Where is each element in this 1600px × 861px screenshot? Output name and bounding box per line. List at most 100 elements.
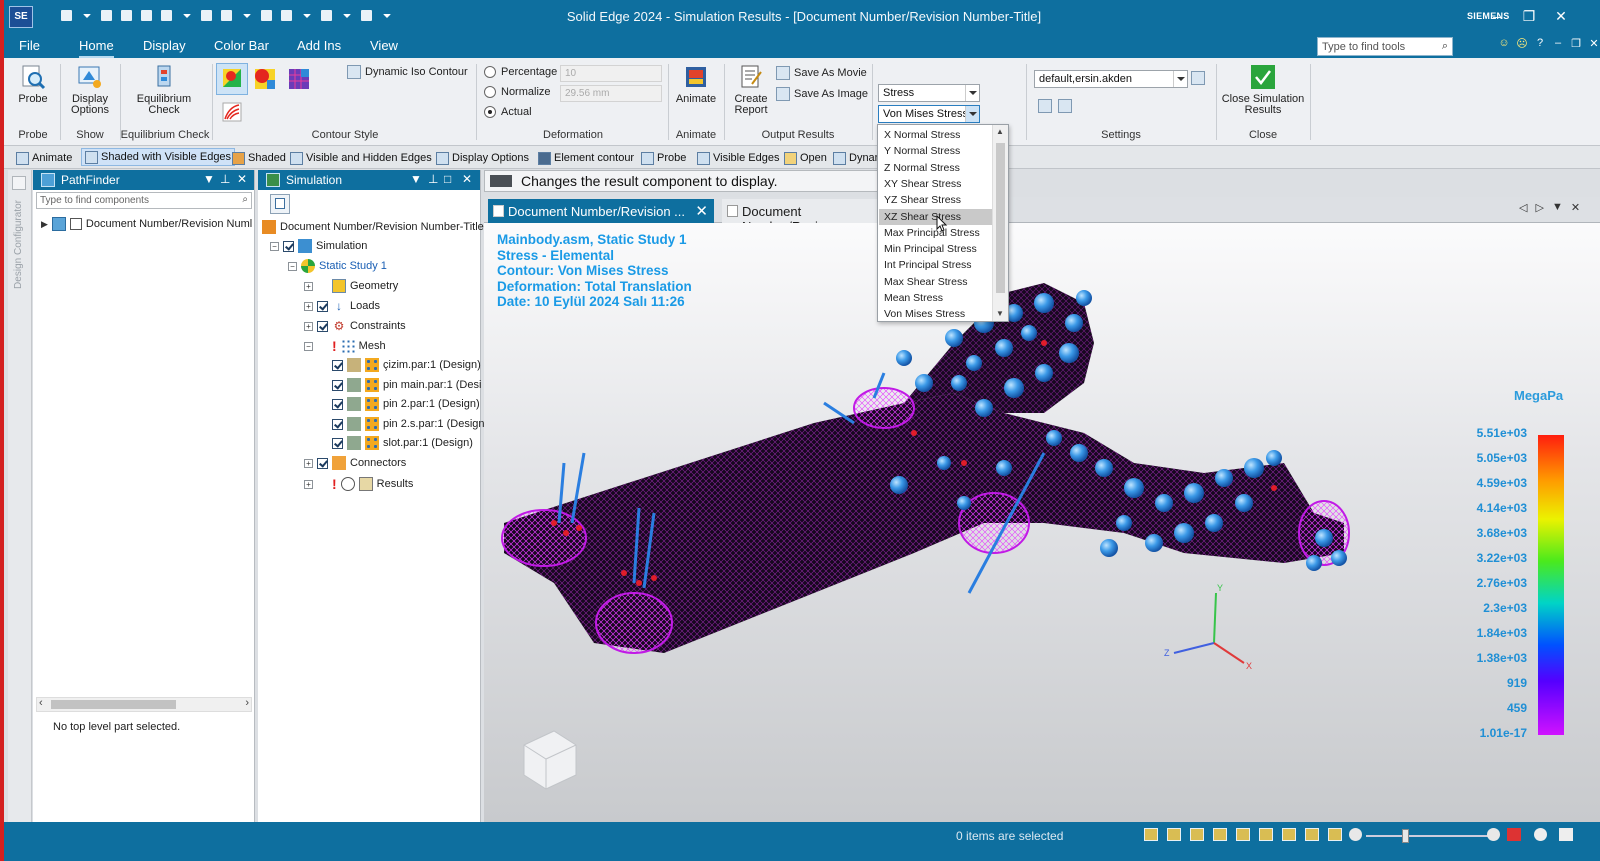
view-cube[interactable] [514, 723, 584, 793]
settings-save-icon[interactable] [1191, 71, 1205, 88]
tab-document-active[interactable]: Document Number/Revision ... ✕ [488, 199, 714, 223]
dropdown-option[interactable]: Z Normal Stress [879, 160, 992, 176]
pathfinder-search-input[interactable]: Type to find components ⌕ [36, 192, 252, 209]
cmd-visible-edges[interactable]: Visible Edges [697, 150, 779, 166]
checkbox[interactable] [332, 398, 343, 410]
sim-tree-connectors[interactable]: + Connectors [304, 456, 406, 470]
named-views-icon[interactable] [1282, 828, 1296, 841]
expand-icon[interactable]: + [304, 321, 313, 331]
create-report-button[interactable]: Create Report [728, 64, 774, 116]
display-style-icon[interactable] [1328, 828, 1342, 841]
contour-style-banded-button[interactable] [252, 66, 278, 92]
color-legend-bar[interactable] [1538, 435, 1564, 735]
dropdown-scroll-thumb[interactable] [996, 143, 1005, 293]
tab-close-icon[interactable]: ✕ [1571, 201, 1580, 214]
dropdown-option[interactable]: Y Normal Stress [879, 143, 992, 159]
expand-icon[interactable]: + [304, 458, 313, 468]
maximize-icon[interactable]: □ [444, 172, 451, 186]
checkbox[interactable] [283, 240, 294, 252]
sim-tree-part-5[interactable]: slot.par:1 (Design) [332, 436, 473, 450]
sim-tree-part-2[interactable]: pin main.par:1 (Desi [332, 378, 481, 392]
search-icon[interactable]: ⌕ [242, 194, 248, 205]
sim-tree-loads[interactable]: + ↓ Loads [304, 299, 380, 313]
contour-style-line-button[interactable] [221, 101, 243, 123]
dropdown-option[interactable]: Mean Stress [879, 290, 992, 306]
sketch-view-icon[interactable] [1305, 828, 1319, 841]
tab-prev-icon[interactable]: ◁ [1519, 201, 1527, 214]
settings-export-icon[interactable] [1058, 99, 1072, 113]
cmd-open[interactable]: Open [784, 150, 827, 166]
search-icon[interactable]: ⌕ [1442, 40, 1448, 53]
save-as-image-button[interactable]: Save As Image [776, 87, 868, 101]
scroll-down-icon[interactable]: ▼ [996, 309, 1004, 318]
close-button[interactable]: ✕ [1550, 6, 1572, 26]
design-configurator-strip[interactable]: Design Configurator [8, 170, 32, 822]
checkbox[interactable] [332, 379, 343, 391]
pan-icon[interactable] [1213, 828, 1227, 841]
menu-home[interactable]: Home [79, 38, 114, 58]
menu-file[interactable]: File [19, 38, 40, 53]
result-component-dropdown[interactable]: X Normal Stress Y Normal Stress Z Normal S… [877, 124, 1009, 322]
cmd-shaded[interactable]: Shaded [232, 150, 286, 166]
collapse-icon[interactable]: − [288, 261, 297, 271]
close-tab-icon[interactable]: ✕ [695, 202, 708, 220]
close-icon[interactable]: ✕ [237, 172, 247, 186]
sim-tree-root[interactable]: Document Number/Revision Number-Title [262, 220, 484, 234]
status-option-icon[interactable] [1534, 828, 1547, 841]
menu-display[interactable]: Display [143, 38, 186, 53]
sim-tree-part-1[interactable]: çizim.par:1 (Design) [332, 358, 481, 372]
actual-radio[interactable]: Actual [484, 106, 532, 118]
menu-color-bar[interactable]: Color Bar [214, 38, 269, 53]
minimize-doc-icon[interactable]: – [1551, 37, 1565, 50]
cmd-display-options[interactable]: Display Options [436, 150, 529, 166]
dropdown-option[interactable]: XY Shear Stress [879, 176, 992, 192]
result-type-combo[interactable]: Stress [878, 84, 980, 102]
checkbox[interactable] [317, 320, 328, 332]
tab-next-icon[interactable]: ▷ [1535, 201, 1543, 214]
normalize-input[interactable]: 29.56 mm [560, 85, 662, 102]
dropdown-option[interactable]: YZ Shear Stress [879, 192, 992, 208]
pathfinder-hscroll[interactable]: ‹ › [36, 697, 252, 712]
percentage-radio[interactable]: Percentage [484, 66, 557, 78]
chevron-down-icon[interactable] [965, 106, 979, 122]
tab-list-icon[interactable]: ▼ [1552, 201, 1563, 214]
dynamic-iso-contour-button[interactable]: Dynamic Iso Contour [347, 65, 468, 79]
expand-arrow-icon[interactable]: ▶ [41, 219, 48, 230]
zoom-icon[interactable] [1167, 828, 1181, 841]
scroll-thumb[interactable] [51, 700, 176, 709]
cmd-dynamic[interactable]: Dynan [833, 150, 881, 166]
sim-tree-simulation[interactable]: − Simulation [270, 239, 367, 253]
cmd-shaded-visible-edges[interactable]: Shaded with Visible Edges [81, 148, 236, 166]
expand-icon[interactable]: + [304, 281, 313, 291]
pathfinder-root-item[interactable]: ▶ Document Number/Revision Numl [41, 217, 252, 231]
record-icon[interactable] [1507, 828, 1521, 841]
frown-icon[interactable]: ☹ [1515, 37, 1529, 50]
cmd-probe[interactable]: Probe [641, 150, 686, 166]
pin-icon[interactable]: ⊥ [220, 172, 230, 186]
pin-icon[interactable]: ⊥ [428, 172, 438, 186]
checkbox[interactable] [332, 418, 343, 430]
equilibrium-check-button[interactable]: Equilibrium Check [124, 64, 204, 116]
contour-style-mesh-button[interactable] [286, 66, 312, 92]
save-as-movie-button[interactable]: Save As Movie [776, 66, 867, 80]
dropdown-option[interactable]: Int Principal Stress [879, 257, 992, 273]
zoom-slider-track[interactable] [1366, 835, 1492, 837]
sim-tree-static-study[interactable]: − Static Study 1 [288, 259, 387, 273]
collapse-icon[interactable]: − [270, 241, 279, 251]
sim-tree-part-3[interactable]: pin 2.par:1 (Design) [332, 397, 480, 411]
help-icon[interactable]: ? [1533, 37, 1547, 50]
dropdown-option[interactable]: X Normal Stress [879, 127, 992, 143]
sim-tree-results[interactable]: +! Results [304, 476, 413, 492]
menu-add-ins[interactable]: Add Ins [297, 38, 341, 53]
view-orient-icon[interactable] [1259, 828, 1273, 841]
settings-combo[interactable]: default,ersin.akden [1034, 70, 1188, 88]
sim-tree-geometry[interactable]: + Geometry [304, 279, 398, 293]
minimize-button[interactable]: – [1486, 6, 1508, 26]
grid-icon[interactable] [1559, 828, 1573, 841]
panel-menu-icon[interactable]: ▼ [410, 172, 422, 186]
checkbox[interactable] [332, 437, 343, 449]
probe-button[interactable]: Probe [10, 64, 56, 105]
collapse-icon[interactable]: − [304, 341, 313, 351]
scroll-right-icon[interactable]: › [245, 697, 249, 709]
find-tools-input[interactable]: Type to find tools ⌕ [1317, 37, 1453, 56]
